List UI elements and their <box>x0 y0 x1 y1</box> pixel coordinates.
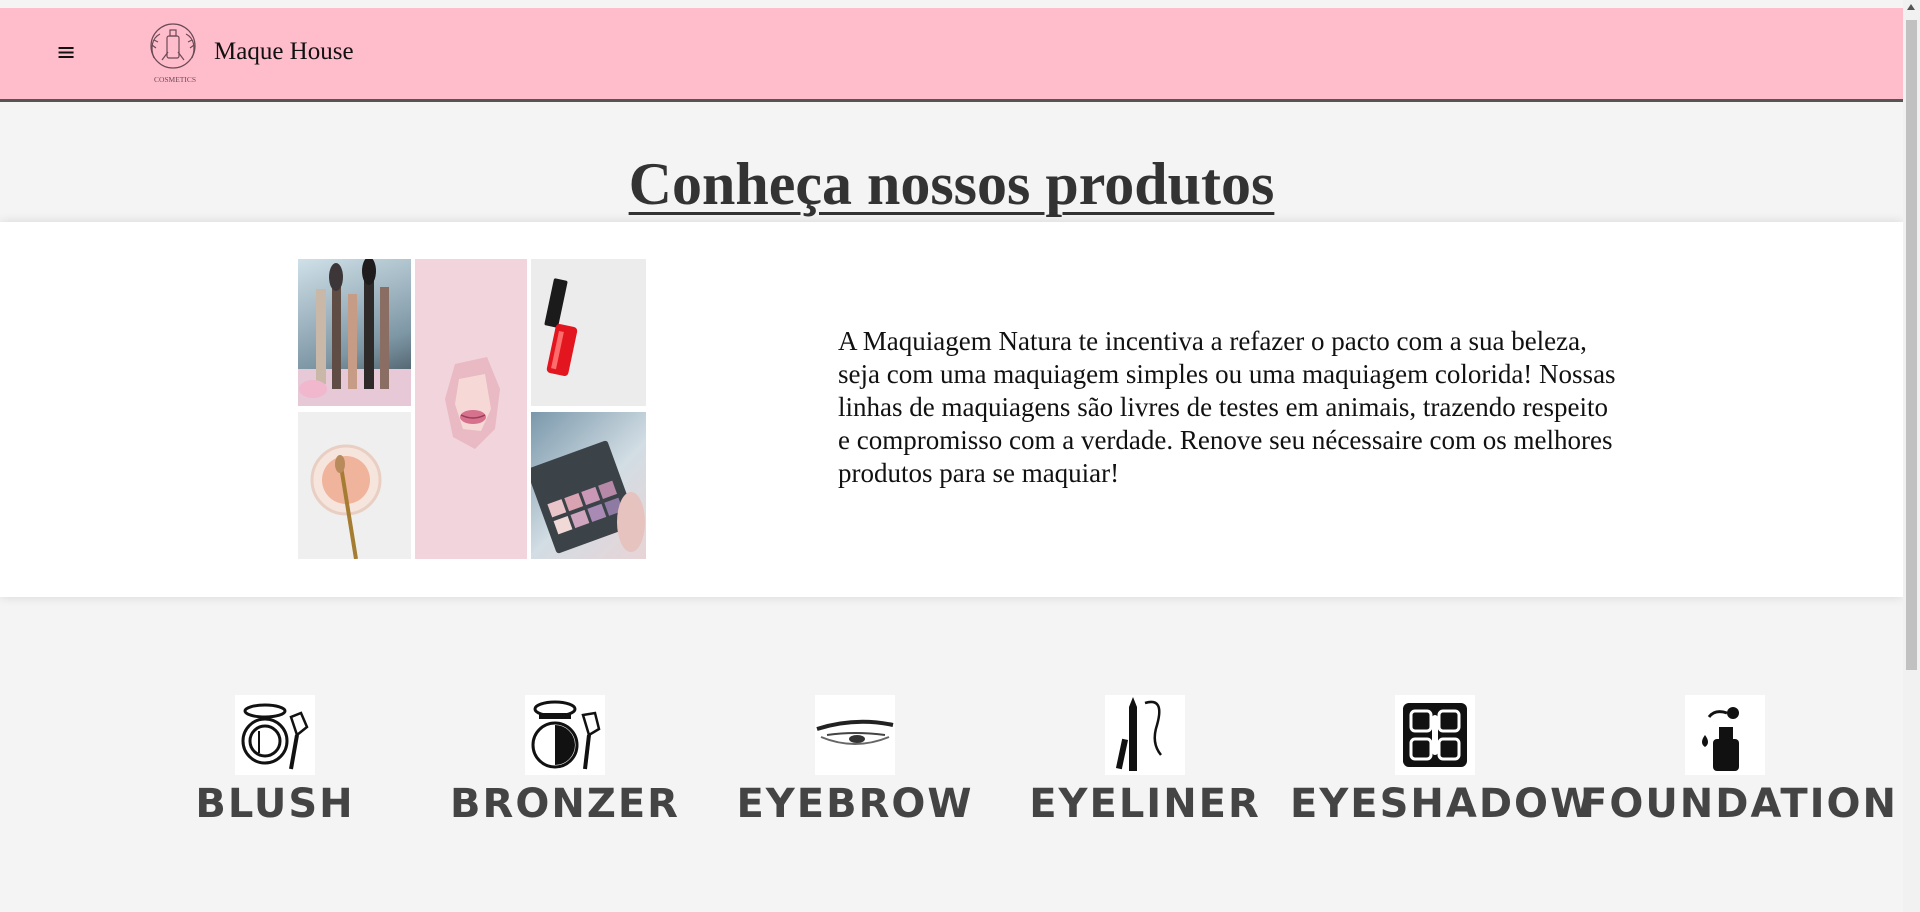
eyebrow-icon <box>815 695 895 775</box>
category-label: EYEBROW <box>736 781 974 827</box>
category-label: BRONZER <box>450 781 680 827</box>
category-label: EYELINER <box>1029 781 1261 827</box>
category-bronzer[interactable]: BRONZER <box>420 695 710 827</box>
logo-text: COSMETICS <box>154 75 196 84</box>
brand-name[interactable]: Maque House <box>214 38 354 66</box>
eyeshadow-palette-photo <box>531 412 646 559</box>
foundation-icon <box>1685 695 1765 775</box>
bronzer-icon <box>525 695 605 775</box>
hamburger-menu-icon[interactable]: ≡ <box>52 38 80 66</box>
page-title: Conheça nossos produtos <box>0 150 1903 219</box>
category-label: FOUNDATION <box>1580 781 1898 827</box>
eyeliner-icon <box>1105 695 1185 775</box>
category-eyeshadow[interactable]: EYESHADOW <box>1290 695 1597 827</box>
site-header: ≡ COSMETICS Maque House <box>0 8 1903 102</box>
category-eyeliner[interactable]: EYELINER <box>1000 695 1290 827</box>
feature-panel: A Maquiagem Natura te incentiva a refaze… <box>0 222 1903 597</box>
scroll-up-arrow-icon[interactable] <box>1907 4 1915 10</box>
nail-polish-photo <box>531 259 646 406</box>
scroll-thumb[interactable] <box>1906 20 1917 670</box>
product-collage <box>298 259 648 559</box>
category-blush[interactable]: BLUSH <box>130 695 420 827</box>
category-eyebrow[interactable]: EYEBROW <box>710 695 1000 827</box>
category-label: EYESHADOW <box>1290 781 1597 827</box>
category-label: BLUSH <box>195 781 355 827</box>
eyeshadow-icon <box>1395 695 1475 775</box>
blush-brush-photo <box>298 412 411 559</box>
lips-paper-photo <box>415 259 527 559</box>
vertical-scrollbar[interactable] <box>1903 0 1920 912</box>
blush-icon <box>235 695 315 775</box>
top-strip <box>0 0 1903 8</box>
page-title-text: Conheça nossos produtos <box>628 151 1275 217</box>
category-foundation[interactable]: FOUNDATION <box>1580 695 1898 827</box>
cosmetics-logo[interactable]: COSMETICS <box>140 18 210 88</box>
makeup-brushes-photo <box>298 259 411 406</box>
category-nav: BLUSH BRONZER EYEBROW EYELINER EYESHADOW… <box>130 695 1896 835</box>
feature-description: A Maquiagem Natura te incentiva a refaze… <box>838 326 1616 488</box>
